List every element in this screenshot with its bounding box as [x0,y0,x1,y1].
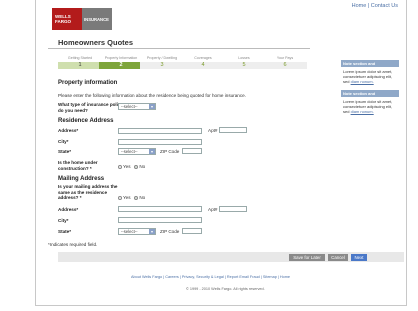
step-label: Coverages [194,56,212,60]
zip-label: ZIP Code [160,149,180,154]
chevron-down-icon: ▾ [149,229,155,234]
sidebar-note-2: Note section and Lorem ipsum dolor sit a… [341,90,399,116]
note-body: Lorem ipsum dolor sit amet, consectetuer… [341,97,399,116]
construction-yes-radio[interactable] [118,164,122,169]
apt-input[interactable] [219,127,247,133]
title-divider [48,48,310,49]
step-number: 5 [222,62,266,69]
mail-apt-label: Apt# [208,207,218,212]
step-number: 2 [99,62,143,69]
step-6: Your Pays 6 [263,56,307,69]
step-5: Losses 5 [222,56,266,69]
page-container: Home | Contact Us WELLS FARGO INSURANCE … [35,0,407,306]
cancel-button[interactable]: Cancel [328,254,348,261]
step-number: 6 [263,62,307,69]
mail-apt-input[interactable] [219,206,247,212]
page-title: Homeowners Quotes [58,38,134,47]
construction-no-radio[interactable] [134,164,139,169]
residence-address-heading: Residence Address [58,118,114,124]
radio-label: Yes [123,195,131,200]
radio-label: Yes [123,164,131,169]
section-title-property: Property information [58,80,118,86]
step-label: Your Pays [276,56,294,60]
zip-input[interactable] [182,148,202,154]
logo-line2: FARGO [55,19,72,24]
step-1: Getting Started 1 [58,56,102,69]
contact-us-link[interactable]: Contact Us [371,3,398,9]
construction-radios: Yes No [118,164,145,169]
step-4: Coverages 4 [181,56,225,69]
step-2: Property Information 2 [99,56,143,69]
mail-state-select[interactable]: --select-- ▾ [118,228,156,235]
step-label: Getting Started [67,56,93,60]
mailing-address-heading: Mailing Address [58,176,105,182]
select-value: --select-- [121,104,138,109]
insurance-type-select[interactable]: --select-- ▾ [118,103,156,110]
mail-zip-label: ZIP Code [160,229,180,234]
mail-zip-input[interactable] [182,228,202,234]
chevron-down-icon: ▾ [149,104,155,109]
step-number: 4 [181,62,225,69]
mailing-same-no-radio[interactable] [134,195,139,200]
note-link[interactable]: diam nonum. [351,79,374,84]
mailing-same-yes-radio[interactable] [118,195,122,200]
copyright: © 1999 - 2010 Wells Fargo. All rights re… [186,287,265,291]
mail-city-input[interactable] [118,217,202,223]
apt-label: Apt# [208,128,218,133]
note-body: Lorem ipsum dolor sit amet, consectetuer… [341,67,399,86]
step-label: Property Information [104,56,138,60]
mail-address-input[interactable] [118,206,202,212]
sidebar-note-1: Note section and Lorem ipsum dolor sit a… [341,60,399,86]
step-number: 1 [58,62,102,69]
state-select[interactable]: --select-- ▾ [118,148,156,155]
note-link[interactable]: diam nonum. [351,109,374,114]
required-footnote: *Indicates required field. [48,242,98,247]
next-button[interactable]: Next [351,254,367,261]
mailing-same-radios: Yes No [118,195,145,200]
wells-fargo-logo[interactable]: WELLS FARGO INSURANCE [52,8,112,30]
city-input[interactable] [118,139,202,145]
note-heading: Note section and [341,60,399,67]
radio-label: No [139,164,146,169]
chevron-down-icon: ▾ [149,149,155,154]
header-links: Home | Contact Us [351,3,398,9]
step-label: Losses [238,56,250,60]
intro-text: Please enter the following information a… [58,93,246,98]
address-input[interactable] [118,128,202,134]
step-3: Property / Dwelling 3 [140,56,184,69]
step-label: Property / Dwelling [146,56,178,60]
logo-wells-fargo-block: WELLS FARGO [52,8,82,30]
select-value: --select-- [121,149,138,154]
footer-links[interactable]: About Wells Fargo | Careers | Privacy, S… [131,275,290,279]
select-value: --select-- [121,229,138,234]
home-link[interactable]: Home [352,3,367,9]
step-number: 3 [140,62,184,69]
logo-insurance-block: INSURANCE [82,8,112,30]
save-for-later-button[interactable]: Save for Later [289,254,325,261]
note-heading: Note section and [341,90,399,97]
progress-steps: Getting Started 1 Property Information 2… [58,56,307,73]
radio-label: No [139,195,146,200]
